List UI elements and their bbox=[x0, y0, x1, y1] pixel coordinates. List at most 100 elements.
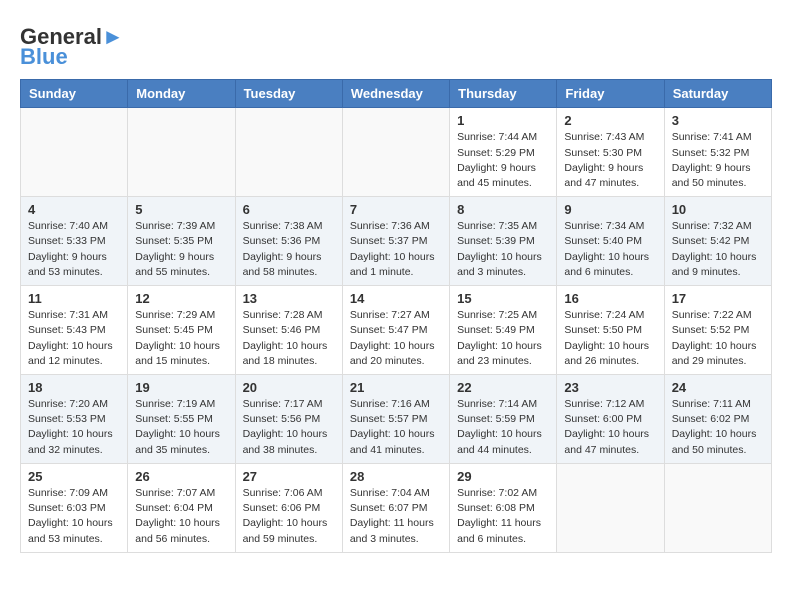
day-info: Sunrise: 7:44 AM Sunset: 5:29 PM Dayligh… bbox=[457, 130, 549, 191]
calendar-day-cell: 6 Sunrise: 7:38 AM Sunset: 5:36 PM Daylig… bbox=[235, 197, 342, 286]
day-number: 6 bbox=[243, 202, 335, 217]
weekday-header-cell: Monday bbox=[128, 80, 235, 108]
calendar-week-row: 25 Sunrise: 7:09 AM Sunset: 6:03 PM Dayli… bbox=[21, 463, 772, 552]
day-number: 17 bbox=[672, 291, 764, 306]
calendar-day-cell: 25 Sunrise: 7:09 AM Sunset: 6:03 PM Dayli… bbox=[21, 463, 128, 552]
calendar-table: SundayMondayTuesdayWednesdayThursdayFrid… bbox=[20, 79, 772, 552]
calendar-day-cell: 7 Sunrise: 7:36 AM Sunset: 5:37 PM Daylig… bbox=[342, 197, 449, 286]
day-info: Sunrise: 7:31 AM Sunset: 5:43 PM Dayligh… bbox=[28, 308, 120, 369]
calendar-day-cell bbox=[235, 108, 342, 197]
day-number: 2 bbox=[564, 113, 656, 128]
day-info: Sunrise: 7:02 AM Sunset: 6:08 PM Dayligh… bbox=[457, 486, 549, 547]
calendar-day-cell bbox=[21, 108, 128, 197]
day-number: 18 bbox=[28, 380, 120, 395]
calendar-day-cell: 19 Sunrise: 7:19 AM Sunset: 5:55 PM Dayli… bbox=[128, 375, 235, 464]
calendar-day-cell: 13Sunrise: 7:28 AM Sunset: 5:46 PM Dayli… bbox=[235, 286, 342, 375]
day-number: 10 bbox=[672, 202, 764, 217]
day-info: Sunrise: 7:34 AM Sunset: 5:40 PM Dayligh… bbox=[564, 219, 656, 280]
day-number: 14 bbox=[350, 291, 442, 306]
calendar-day-cell bbox=[342, 108, 449, 197]
calendar-day-cell: 1 Sunrise: 7:44 AM Sunset: 5:29 PM Daylig… bbox=[450, 108, 557, 197]
day-info: Sunrise: 7:39 AM Sunset: 5:35 PM Dayligh… bbox=[135, 219, 227, 280]
calendar-day-cell: 24 Sunrise: 7:11 AM Sunset: 6:02 PM Dayli… bbox=[664, 375, 771, 464]
calendar-day-cell bbox=[128, 108, 235, 197]
header: General► Blue bbox=[20, 20, 772, 69]
calendar-day-cell: 3Sunrise: 7:41 AM Sunset: 5:32 PM Daylig… bbox=[664, 108, 771, 197]
day-number: 22 bbox=[457, 380, 549, 395]
day-number: 11 bbox=[28, 291, 120, 306]
calendar-day-cell bbox=[557, 463, 664, 552]
day-info: Sunrise: 7:29 AM Sunset: 5:45 PM Dayligh… bbox=[135, 308, 227, 369]
day-number: 15 bbox=[457, 291, 549, 306]
day-number: 19 bbox=[135, 380, 227, 395]
day-number: 26 bbox=[135, 469, 227, 484]
calendar-week-row: 4 Sunrise: 7:40 AM Sunset: 5:33 PM Daylig… bbox=[21, 197, 772, 286]
weekday-header-cell: Thursday bbox=[450, 80, 557, 108]
day-info: Sunrise: 7:07 AM Sunset: 6:04 PM Dayligh… bbox=[135, 486, 227, 547]
day-info: Sunrise: 7:28 AM Sunset: 5:46 PM Dayligh… bbox=[243, 308, 335, 369]
calendar-day-cell: 22 Sunrise: 7:14 AM Sunset: 5:59 PM Dayli… bbox=[450, 375, 557, 464]
calendar-day-cell: 28 Sunrise: 7:04 AM Sunset: 6:07 PM Dayli… bbox=[342, 463, 449, 552]
calendar-day-cell: 12 Sunrise: 7:29 AM Sunset: 5:45 PM Dayli… bbox=[128, 286, 235, 375]
calendar-day-cell: 8 Sunrise: 7:35 AM Sunset: 5:39 PM Daylig… bbox=[450, 197, 557, 286]
day-number: 8 bbox=[457, 202, 549, 217]
weekday-header-cell: Wednesday bbox=[342, 80, 449, 108]
day-number: 9 bbox=[564, 202, 656, 217]
calendar-day-cell: 14 Sunrise: 7:27 AM Sunset: 5:47 PM Dayli… bbox=[342, 286, 449, 375]
day-number: 21 bbox=[350, 380, 442, 395]
day-info: Sunrise: 7:16 AM Sunset: 5:57 PM Dayligh… bbox=[350, 397, 442, 458]
day-info: Sunrise: 7:14 AM Sunset: 5:59 PM Dayligh… bbox=[457, 397, 549, 458]
weekday-header-cell: Friday bbox=[557, 80, 664, 108]
calendar-week-row: 1 Sunrise: 7:44 AM Sunset: 5:29 PM Daylig… bbox=[21, 108, 772, 197]
calendar-day-cell: 15Sunrise: 7:25 AM Sunset: 5:49 PM Dayli… bbox=[450, 286, 557, 375]
day-info: Sunrise: 7:35 AM Sunset: 5:39 PM Dayligh… bbox=[457, 219, 549, 280]
calendar-day-cell: 2 Sunrise: 7:43 AM Sunset: 5:30 PM Daylig… bbox=[557, 108, 664, 197]
weekday-header-cell: Tuesday bbox=[235, 80, 342, 108]
day-number: 12 bbox=[135, 291, 227, 306]
calendar-day-cell: 29 Sunrise: 7:02 AM Sunset: 6:08 PM Dayli… bbox=[450, 463, 557, 552]
day-number: 23 bbox=[564, 380, 656, 395]
day-number: 25 bbox=[28, 469, 120, 484]
calendar-day-cell: 20 Sunrise: 7:17 AM Sunset: 5:56 PM Dayli… bbox=[235, 375, 342, 464]
day-number: 4 bbox=[28, 202, 120, 217]
weekday-header-cell: Sunday bbox=[21, 80, 128, 108]
day-info: Sunrise: 7:43 AM Sunset: 5:30 PM Dayligh… bbox=[564, 130, 656, 191]
day-info: Sunrise: 7:36 AM Sunset: 5:37 PM Dayligh… bbox=[350, 219, 442, 280]
day-number: 29 bbox=[457, 469, 549, 484]
calendar-day-cell: 10 Sunrise: 7:32 AM Sunset: 5:42 PM Dayli… bbox=[664, 197, 771, 286]
calendar-day-cell: 16 Sunrise: 7:24 AM Sunset: 5:50 PM Dayli… bbox=[557, 286, 664, 375]
day-info: Sunrise: 7:38 AM Sunset: 5:36 PM Dayligh… bbox=[243, 219, 335, 280]
weekday-header-cell: Saturday bbox=[664, 80, 771, 108]
calendar-day-cell: 11 Sunrise: 7:31 AM Sunset: 5:43 PM Dayli… bbox=[21, 286, 128, 375]
day-info: Sunrise: 7:09 AM Sunset: 6:03 PM Dayligh… bbox=[28, 486, 120, 547]
day-number: 7 bbox=[350, 202, 442, 217]
calendar-day-cell: 17Sunrise: 7:22 AM Sunset: 5:52 PM Dayli… bbox=[664, 286, 771, 375]
calendar-day-cell: 18 Sunrise: 7:20 AM Sunset: 5:53 PM Dayli… bbox=[21, 375, 128, 464]
day-number: 20 bbox=[243, 380, 335, 395]
calendar-week-row: 11 Sunrise: 7:31 AM Sunset: 5:43 PM Dayli… bbox=[21, 286, 772, 375]
calendar-day-cell: 5 Sunrise: 7:39 AM Sunset: 5:35 PM Daylig… bbox=[128, 197, 235, 286]
day-info: Sunrise: 7:20 AM Sunset: 5:53 PM Dayligh… bbox=[28, 397, 120, 458]
day-info: Sunrise: 7:04 AM Sunset: 6:07 PM Dayligh… bbox=[350, 486, 442, 547]
calendar-day-cell: 26 Sunrise: 7:07 AM Sunset: 6:04 PM Dayli… bbox=[128, 463, 235, 552]
day-number: 1 bbox=[457, 113, 549, 128]
calendar-body: 1 Sunrise: 7:44 AM Sunset: 5:29 PM Daylig… bbox=[21, 108, 772, 552]
day-number: 24 bbox=[672, 380, 764, 395]
day-info: Sunrise: 7:11 AM Sunset: 6:02 PM Dayligh… bbox=[672, 397, 764, 458]
day-info: Sunrise: 7:27 AM Sunset: 5:47 PM Dayligh… bbox=[350, 308, 442, 369]
day-info: Sunrise: 7:41 AM Sunset: 5:32 PM Dayligh… bbox=[672, 130, 764, 191]
day-info: Sunrise: 7:24 AM Sunset: 5:50 PM Dayligh… bbox=[564, 308, 656, 369]
day-number: 5 bbox=[135, 202, 227, 217]
calendar-day-cell: 23Sunrise: 7:12 AM Sunset: 6:00 PM Dayli… bbox=[557, 375, 664, 464]
weekday-header-row: SundayMondayTuesdayWednesdayThursdayFrid… bbox=[21, 80, 772, 108]
calendar-day-cell: 27 Sunrise: 7:06 AM Sunset: 6:06 PM Dayli… bbox=[235, 463, 342, 552]
day-info: Sunrise: 7:32 AM Sunset: 5:42 PM Dayligh… bbox=[672, 219, 764, 280]
calendar-week-row: 18 Sunrise: 7:20 AM Sunset: 5:53 PM Dayli… bbox=[21, 375, 772, 464]
day-info: Sunrise: 7:17 AM Sunset: 5:56 PM Dayligh… bbox=[243, 397, 335, 458]
day-info: Sunrise: 7:19 AM Sunset: 5:55 PM Dayligh… bbox=[135, 397, 227, 458]
day-number: 28 bbox=[350, 469, 442, 484]
day-info: Sunrise: 7:40 AM Sunset: 5:33 PM Dayligh… bbox=[28, 219, 120, 280]
day-number: 16 bbox=[564, 291, 656, 306]
day-info: Sunrise: 7:06 AM Sunset: 6:06 PM Dayligh… bbox=[243, 486, 335, 547]
day-number: 27 bbox=[243, 469, 335, 484]
